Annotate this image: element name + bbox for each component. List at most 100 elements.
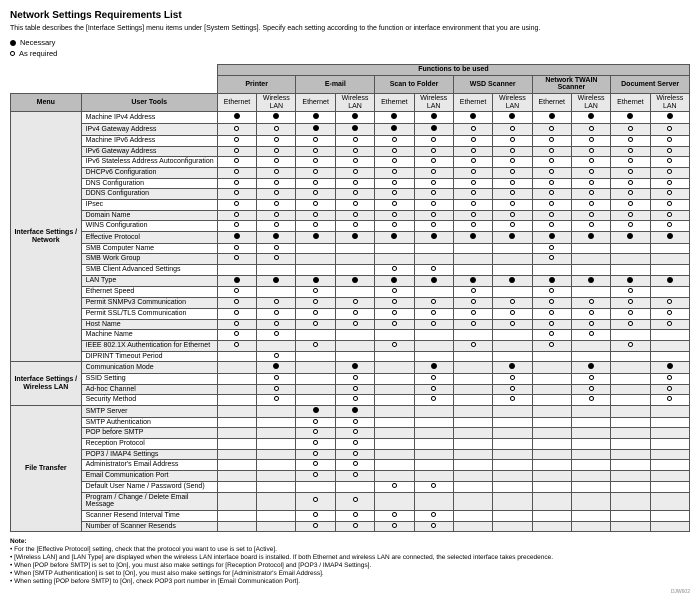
- mark-cell: [650, 460, 689, 471]
- mark-cell: [257, 265, 296, 276]
- necessary-icon: [391, 277, 397, 283]
- mark-cell: [453, 135, 492, 146]
- mark-cell: [217, 135, 256, 146]
- mark-cell: [375, 521, 414, 532]
- mark-cell: [217, 460, 256, 471]
- menu-cell: Interface Settings / Network: [11, 112, 82, 362]
- mark-cell: [414, 157, 453, 168]
- mark-cell: [257, 157, 296, 168]
- mark-cell: [493, 308, 532, 319]
- mark-cell: [217, 351, 256, 362]
- mark-cell: [532, 521, 571, 532]
- as-required-icon: [431, 266, 436, 271]
- mark-cell: [257, 471, 296, 482]
- table-row: DIPRINT Timeout Period: [11, 351, 690, 362]
- mark-cell: [650, 178, 689, 189]
- as-required-icon: [313, 299, 318, 304]
- mark-cell: [335, 373, 374, 384]
- mark-cell: [296, 189, 335, 200]
- mark-cell: [414, 417, 453, 428]
- mark-cell: [571, 330, 610, 341]
- mark-cell: [296, 199, 335, 210]
- mark-cell: [571, 417, 610, 428]
- as-required-icon: [313, 288, 318, 293]
- mark-cell: [650, 471, 689, 482]
- mark-cell: [571, 439, 610, 450]
- as-required-icon: [274, 245, 279, 250]
- as-required-icon: [667, 190, 672, 195]
- necessary-icon: [667, 233, 673, 239]
- setting-label: Email Communication Port: [81, 471, 217, 482]
- necessary-icon: [391, 233, 397, 239]
- header-ethernet: Ethernet: [532, 94, 571, 112]
- mark-cell: [493, 449, 532, 460]
- mark-cell: [611, 221, 650, 232]
- as-required-icon: [510, 201, 515, 206]
- as-required-icon: [431, 512, 436, 517]
- mark-cell: [296, 275, 335, 287]
- mark-cell: [217, 232, 256, 244]
- mark-cell: [296, 308, 335, 319]
- setting-label: SMB Work Group: [81, 254, 217, 265]
- mark-cell: [375, 319, 414, 330]
- as-required-icon: [549, 288, 554, 293]
- mark-cell: [532, 351, 571, 362]
- setting-label: Domain Name: [81, 210, 217, 221]
- table-row: Administrator's Email Address: [11, 460, 690, 471]
- setting-label: Effective Protocol: [81, 232, 217, 244]
- mark-cell: [296, 243, 335, 254]
- mark-cell: [375, 243, 414, 254]
- as-required-icon: [471, 222, 476, 227]
- as-required-icon: [234, 148, 239, 153]
- mark-cell: [493, 254, 532, 265]
- as-required-icon: [313, 523, 318, 528]
- mark-cell: [217, 265, 256, 276]
- as-required-icon: [667, 180, 672, 185]
- mark-cell: [414, 406, 453, 418]
- mark-cell: [532, 124, 571, 136]
- as-required-icon: [353, 472, 358, 477]
- mark-cell: [571, 362, 610, 374]
- mark-cell: [375, 351, 414, 362]
- as-required-icon: [628, 321, 633, 326]
- as-required-icon: [353, 299, 358, 304]
- mark-cell: [493, 373, 532, 384]
- setting-label: POP3 / IMAP4 Settings: [81, 449, 217, 460]
- as-required-icon: [392, 201, 397, 206]
- as-required-icon: [353, 419, 358, 424]
- as-required-icon: [667, 310, 672, 315]
- header-ethernet: Ethernet: [453, 94, 492, 112]
- mark-cell: [375, 221, 414, 232]
- mark-cell: [532, 492, 571, 510]
- as-required-icon: [628, 342, 633, 347]
- necessary-icon: [313, 277, 319, 283]
- mark-cell: [611, 330, 650, 341]
- mark-cell: [296, 406, 335, 418]
- mark-cell: [650, 449, 689, 460]
- mark-cell: [335, 395, 374, 406]
- mark-cell: [571, 146, 610, 157]
- mark-cell: [335, 112, 374, 124]
- mark-cell: [257, 254, 296, 265]
- mark-cell: [611, 510, 650, 521]
- as-required-icon: [353, 396, 358, 401]
- mark-cell: [493, 406, 532, 418]
- mark-cell: [571, 199, 610, 210]
- mark-cell: [493, 395, 532, 406]
- mark-cell: [571, 112, 610, 124]
- mark-cell: [493, 135, 532, 146]
- mark-cell: [296, 232, 335, 244]
- mark-cell: [532, 362, 571, 374]
- as-required-icon: [589, 201, 594, 206]
- table-row: Interface Settings / NetworkMachine IPv4…: [11, 112, 690, 124]
- as-required-icon: [353, 429, 358, 434]
- mark-cell: [532, 221, 571, 232]
- mark-cell: [217, 287, 256, 298]
- as-required-icon: [431, 483, 436, 488]
- mark-cell: [453, 124, 492, 136]
- mark-cell: [650, 428, 689, 439]
- as-required-icon: [471, 310, 476, 315]
- as-required-icon: [313, 429, 318, 434]
- mark-cell: [611, 384, 650, 395]
- necessary-icon: [352, 363, 358, 369]
